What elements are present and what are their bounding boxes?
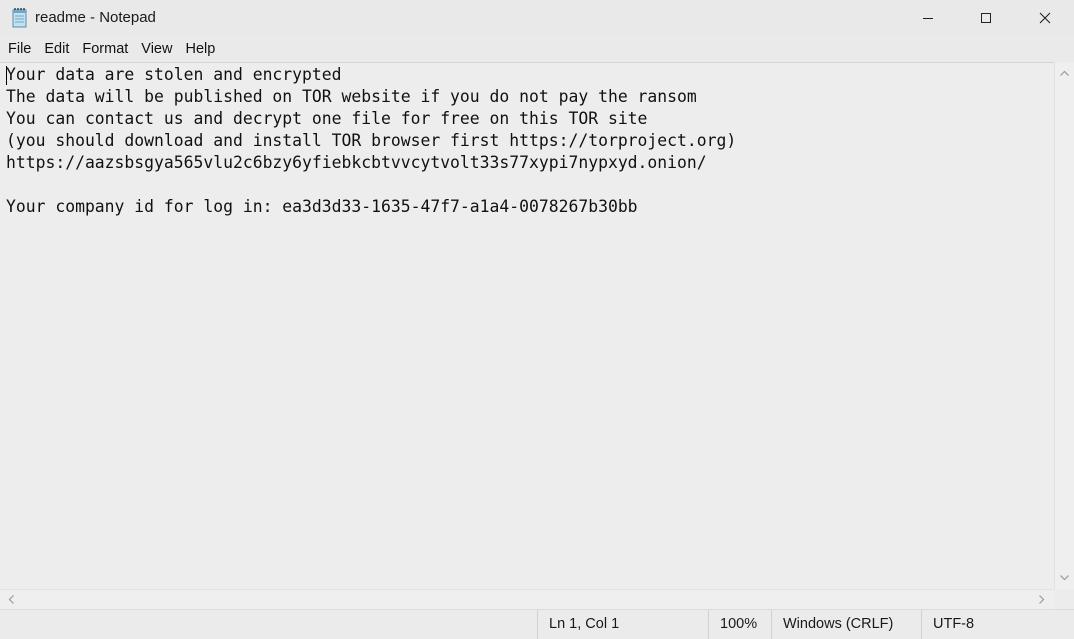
minimize-icon bbox=[922, 12, 934, 24]
status-bar: Ln 1, Col 1 100% Windows (CRLF) UTF-8 bbox=[0, 609, 1074, 639]
scroll-right-icon[interactable] bbox=[1033, 590, 1051, 609]
menu-view[interactable]: View bbox=[134, 38, 178, 60]
horizontal-scrollbar[interactable] bbox=[0, 589, 1054, 609]
text-line: Your data are stolen and encrypted bbox=[6, 65, 342, 84]
editor-text[interactable]: Your data are stolen and encrypted The da… bbox=[6, 64, 736, 218]
text-line bbox=[6, 174, 736, 196]
text-line: (you should download and install TOR bro… bbox=[6, 131, 737, 150]
vertical-scrollbar[interactable] bbox=[1054, 62, 1074, 589]
title-bar[interactable]: readme - Notepad bbox=[0, 0, 1074, 36]
menu-bar: File Edit Format View Help bbox=[0, 38, 1074, 60]
notepad-window: readme - Notepad File Edit Format View H… bbox=[0, 0, 1074, 639]
menu-help[interactable]: Help bbox=[178, 38, 221, 60]
scrollbar-corner bbox=[1054, 589, 1074, 609]
maximize-button[interactable] bbox=[956, 0, 1015, 36]
text-line: You can contact us and decrypt one file … bbox=[6, 109, 648, 128]
line-ending: Windows (CRLF) bbox=[771, 610, 921, 639]
window-title: readme - Notepad bbox=[35, 9, 156, 26]
scroll-left-icon[interactable] bbox=[2, 590, 20, 609]
minimize-button[interactable] bbox=[898, 0, 957, 36]
close-icon bbox=[1039, 12, 1051, 24]
scroll-down-icon[interactable] bbox=[1055, 569, 1074, 587]
text-editor[interactable]: Your data are stolen and encrypted The da… bbox=[0, 62, 1054, 589]
text-line: The data will be published on TOR websit… bbox=[6, 87, 697, 106]
zoom-level: 100% bbox=[708, 610, 771, 639]
menu-format[interactable]: Format bbox=[75, 38, 134, 60]
notepad-icon bbox=[11, 8, 29, 28]
encoding: UTF-8 bbox=[921, 610, 1074, 639]
maximize-icon bbox=[980, 12, 992, 24]
text-caret bbox=[6, 66, 7, 85]
text-line: https://aazsbsgya565vlu2c6bzy6yfiebkcbtv… bbox=[6, 153, 707, 172]
close-button[interactable] bbox=[1015, 0, 1074, 36]
cursor-position: Ln 1, Col 1 bbox=[537, 610, 708, 639]
menu-edit[interactable]: Edit bbox=[37, 38, 75, 60]
text-line: Your company id for log in: ea3d3d33-163… bbox=[6, 197, 638, 216]
scroll-up-icon[interactable] bbox=[1055, 64, 1074, 82]
menu-file[interactable]: File bbox=[0, 38, 37, 60]
